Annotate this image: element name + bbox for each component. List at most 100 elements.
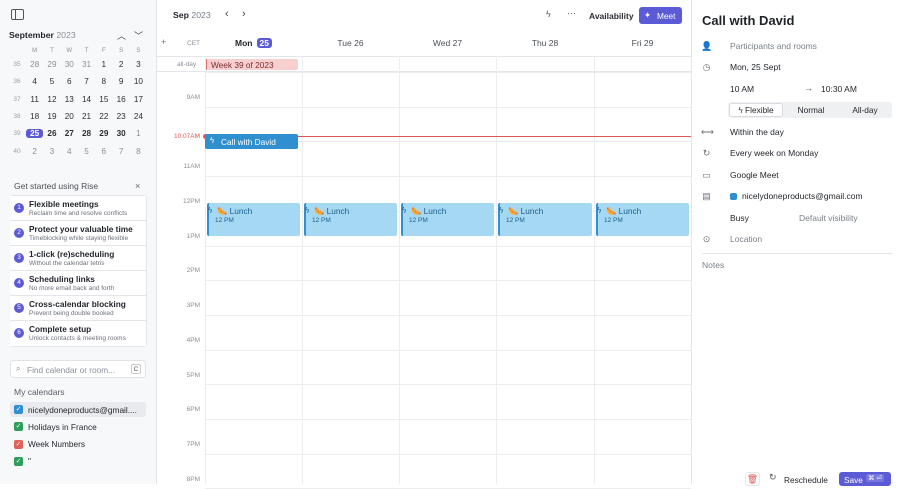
mini-calendar-day[interactable]: 9 xyxy=(112,77,129,86)
notes-field[interactable]: Notes xyxy=(702,260,724,270)
day-header[interactable]: Wed 27 xyxy=(399,38,496,48)
mini-calendar-day[interactable]: 24 xyxy=(130,112,147,121)
mini-calendar-day[interactable]: 25 xyxy=(26,129,44,139)
mini-calendar-day[interactable]: 5 xyxy=(43,77,60,86)
mini-calendar-day[interactable]: 1 xyxy=(130,129,147,138)
checkbox-icon[interactable]: ✓ xyxy=(14,405,23,414)
add-timezone-plus-icon[interactable]: + xyxy=(161,37,166,47)
mini-calendar-day[interactable]: 28 xyxy=(26,60,43,69)
event-lunch[interactable]: 🌭 Lunch 12 PM ϟ xyxy=(401,203,494,236)
mode-flexible[interactable]: ϟ Flexible xyxy=(729,103,783,117)
mini-calendar-day[interactable]: 2 xyxy=(112,60,129,69)
checkbox-icon[interactable]: ✓ xyxy=(14,456,23,466)
day-header[interactable]: Tue 26 xyxy=(302,38,399,48)
mini-calendar-day[interactable]: 22 xyxy=(95,112,112,121)
checkbox-icon[interactable]: ✓ xyxy=(14,439,23,449)
mini-calendar-day[interactable]: 30 xyxy=(112,129,129,138)
event-lunch[interactable]: 🌭 Lunch 12 PM ϟ xyxy=(498,203,592,236)
mini-calendar-day[interactable]: 15 xyxy=(95,95,112,104)
busy-select[interactable]: Busy xyxy=(730,213,749,223)
mini-calendar-day[interactable]: 8 xyxy=(130,147,147,156)
participants-row[interactable]: 👤 Participants and rooms xyxy=(692,36,900,57)
hour-line xyxy=(205,245,691,247)
toolbar-month: Sep 2023 xyxy=(173,10,211,20)
calendar-search-box[interactable]: ⌕ Find calendar or room... C xyxy=(10,360,146,378)
close-icon[interactable]: × xyxy=(135,181,140,191)
calendar-row[interactable]: ▤ nicelydoneproducts@gmail.com xyxy=(692,186,900,207)
mini-calendar-day[interactable]: 19 xyxy=(43,112,60,121)
lightning-icon[interactable]: ϟ xyxy=(546,9,551,19)
availability-button[interactable]: Availability xyxy=(589,11,634,21)
prev-month-chevron-up-icon[interactable]: ︿ xyxy=(117,29,126,42)
mini-calendar-day[interactable]: 8 xyxy=(95,77,112,86)
onboarding-step[interactable]: 2 Protect your valuable time Timeblocking … xyxy=(10,221,146,246)
mini-calendar-day[interactable]: 1 xyxy=(95,60,112,69)
prev-week-chevron-left-icon[interactable]: ‹ xyxy=(225,8,229,20)
day-label: Thu 28 xyxy=(531,38,559,48)
mini-calendar-day[interactable]: 27 xyxy=(61,129,78,138)
mini-calendar-day[interactable]: 31 xyxy=(78,60,95,69)
mini-calendar-day[interactable]: 18 xyxy=(26,112,43,121)
mini-calendar-day[interactable]: 11 xyxy=(26,95,43,104)
onboarding-step[interactable]: 4 Scheduling links No more email back and … xyxy=(10,271,146,296)
onboarding-step[interactable]: 1 Flexible meetings Reclaim time and resol… xyxy=(10,196,146,221)
mini-calendar-day[interactable]: 3 xyxy=(130,60,147,69)
day-header[interactable]: Fri 29 xyxy=(594,38,691,48)
event-lunch[interactable]: 🌭 Lunch 12 PM ϟ xyxy=(207,203,300,236)
end-time-field[interactable]: 10:30 AM xyxy=(821,84,857,94)
mini-calendar-day[interactable]: 6 xyxy=(95,147,112,156)
mini-calendar-day[interactable]: 17 xyxy=(130,95,147,104)
location-row[interactable]: ⊙ Location xyxy=(692,229,900,250)
calendar-item[interactable]: ✓ " xyxy=(10,454,146,469)
mini-calendar-day[interactable]: 29 xyxy=(95,129,112,138)
meet-button[interactable]: ✦ Meet xyxy=(639,7,682,24)
recurrence-row[interactable]: ↻ Every week on Monday xyxy=(692,143,900,164)
onboarding-step[interactable]: 6 Complete setup Unlock contacts & meeting… xyxy=(10,321,146,346)
within-day-row[interactable]: ⟷ Within the day xyxy=(692,122,900,143)
calendar-item[interactable]: ✓ Week Numbers xyxy=(10,437,146,452)
mini-calendar-day[interactable]: 20 xyxy=(61,112,78,121)
sidebar-toggle-icon[interactable] xyxy=(11,9,24,20)
event-title[interactable]: Call with David xyxy=(702,13,794,28)
mini-calendar-day[interactable]: 4 xyxy=(61,147,78,156)
mini-calendar-day[interactable]: 7 xyxy=(112,147,129,156)
day-header[interactable]: Mon 25 xyxy=(205,38,302,48)
onboarding-step[interactable]: 3 1-click (re)scheduling Without the calen… xyxy=(10,246,146,271)
calendar-item[interactable]: ✓ nicelydoneproducts@gmail.... xyxy=(10,402,146,417)
conference-row[interactable]: ▭ Google Meet xyxy=(692,165,900,186)
event-lunch[interactable]: 🌭 Lunch 12 PM ϟ xyxy=(596,203,689,236)
allday-event[interactable]: Week 39 of 2023 xyxy=(205,59,298,70)
more-options-icon[interactable]: ⋯ xyxy=(567,8,576,19)
mini-calendar-day[interactable]: 26 xyxy=(43,129,60,138)
calendar-item[interactable]: ✓ Holidays in France xyxy=(10,419,146,434)
mini-calendar-day[interactable]: 2 xyxy=(26,147,43,156)
event-lunch[interactable]: 🌭 Lunch 12 PM ϟ xyxy=(304,203,397,236)
mini-calendar-day[interactable]: 14 xyxy=(78,95,95,104)
mini-calendar-day[interactable]: 3 xyxy=(43,147,60,156)
mini-calendar-day[interactable]: 4 xyxy=(26,77,43,86)
mini-calendar-day[interactable]: 21 xyxy=(78,112,95,121)
mini-calendar-day[interactable]: 6 xyxy=(61,77,78,86)
next-month-chevron-down-icon[interactable]: ﹀ xyxy=(134,29,143,42)
next-week-chevron-right-icon[interactable]: › xyxy=(242,8,246,20)
day-header[interactable]: Thu 28 xyxy=(496,38,594,48)
mode-all-day[interactable]: All-day xyxy=(838,104,892,117)
mini-calendar-day[interactable]: 10 xyxy=(130,77,147,86)
mini-calendar-day[interactable]: 30 xyxy=(61,60,78,69)
onboarding-step[interactable]: 5 Cross-calendar blocking Prevent being do… xyxy=(10,296,146,321)
event-call-with-david[interactable]: ϟ Call with David xyxy=(205,134,298,149)
mini-calendar-day[interactable]: 23 xyxy=(112,112,129,121)
mini-calendar-day[interactable]: 28 xyxy=(78,129,95,138)
start-time-field[interactable]: 10 AM xyxy=(730,84,754,94)
mini-calendar-day[interactable]: 16 xyxy=(112,95,129,104)
mini-calendar-day[interactable]: 7 xyxy=(78,77,95,86)
mini-calendar-day[interactable]: 5 xyxy=(78,147,95,156)
search-input[interactable]: Find calendar or room... xyxy=(27,365,115,375)
mini-calendar-day[interactable]: 13 xyxy=(61,95,78,104)
mini-calendar-day[interactable]: 12 xyxy=(43,95,60,104)
date-row[interactable]: ◷ Mon, 25 Sept xyxy=(692,57,900,78)
checkbox-icon[interactable]: ✓ xyxy=(14,422,23,432)
mode-normal[interactable]: Normal xyxy=(786,104,836,117)
mini-calendar-day[interactable]: 29 xyxy=(43,60,60,69)
visibility-select[interactable]: Default visibility xyxy=(799,213,858,223)
